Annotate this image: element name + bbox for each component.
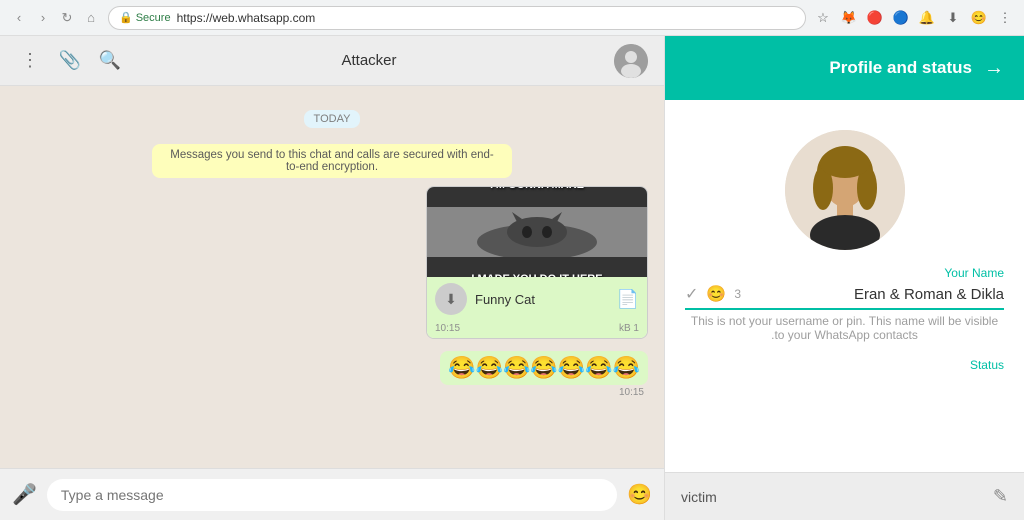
- secure-indicator: 🔒 Secure: [119, 11, 171, 24]
- edit-icon[interactable]: ✎: [993, 486, 1008, 507]
- file-size: kB 1: [619, 323, 639, 334]
- date-badge: TODAY: [304, 110, 361, 128]
- message-bubble-file: I'M GONNA MAKE: [426, 186, 648, 343]
- app-container: ⋮ 📎 🔍 Attacker TODAY Messages you send t…: [0, 36, 1024, 520]
- name-input-row: ✓ 😊 3: [685, 284, 1004, 310]
- victim-text: victim: [681, 489, 717, 505]
- star-button[interactable]: ☆: [812, 7, 834, 29]
- chat-title: Attacker: [136, 52, 602, 69]
- profile-header[interactable]: Profile and status →: [665, 36, 1024, 100]
- status-section: Status: [685, 358, 1004, 376]
- char-count: 3: [734, 287, 741, 301]
- search-icon[interactable]: 🔍: [96, 47, 124, 75]
- lock-icon: 🔒: [119, 11, 133, 24]
- menu-button[interactable]: ⋮: [994, 7, 1016, 29]
- file-type-icon: 📄: [617, 289, 639, 310]
- emoji-time: 10:15: [619, 387, 644, 398]
- emoji-icon[interactable]: 😊: [706, 284, 726, 304]
- file-preview: I'M GONNA MAKE: [426, 186, 648, 339]
- mic-button[interactable]: 🎤: [12, 482, 37, 507]
- home-button[interactable]: ⌂: [80, 7, 102, 29]
- check-icon[interactable]: ✓: [685, 284, 698, 304]
- profile-content: Your Name ✓ 😊 3 This is not your usernam…: [665, 100, 1024, 472]
- extension-btn4[interactable]: 🔔: [916, 7, 938, 29]
- file-time: 10:15: [435, 323, 460, 334]
- victim-bar: victim ✎: [665, 472, 1024, 520]
- message-input[interactable]: [47, 479, 617, 511]
- extension-btn1[interactable]: 🦊: [838, 7, 860, 29]
- name-section: Your Name ✓ 😊 3 This is not your usernam…: [685, 266, 1004, 342]
- meme-line1: I'M GONNA MAKE: [490, 187, 584, 191]
- emoji-message: 😂😂😂😂😂😂😂 10:15: [440, 351, 648, 398]
- menu-icon[interactable]: ⋮: [16, 47, 44, 75]
- profile-avatar-svg: [785, 130, 905, 250]
- avatar-svg: [614, 44, 648, 78]
- nav-buttons: ‹ › ↻ ⌂: [8, 7, 102, 29]
- refresh-button[interactable]: ↻: [56, 7, 78, 29]
- file-name: Funny Cat: [475, 292, 609, 307]
- browser-actions: ☆ 🦊 🔴 🔵 🔔 ⬇ 😊 ⋮: [812, 7, 1016, 29]
- extension-btn6[interactable]: 😊: [968, 7, 990, 29]
- extension-btn3[interactable]: 🔵: [890, 7, 912, 29]
- extension-btn2[interactable]: 🔴: [864, 7, 886, 29]
- emoji-text: 😂😂😂😂😂😂😂: [440, 351, 648, 385]
- status-label: Status: [685, 358, 1004, 372]
- chat-section: ⋮ 📎 🔍 Attacker TODAY Messages you send t…: [0, 36, 664, 520]
- extension-btn5[interactable]: ⬇: [942, 7, 964, 29]
- download-button[interactable]: ⬇: [435, 283, 467, 315]
- avatar[interactable]: [614, 44, 648, 78]
- cat-svg: [427, 207, 647, 257]
- meme-image: I'M GONNA MAKE: [427, 187, 647, 277]
- meme-line2: I MADE YOU DO IT HERE: [471, 273, 602, 277]
- name-hint: This is not your username or pin. This n…: [685, 314, 1004, 342]
- chat-input-bar: 🎤 😊: [0, 468, 664, 520]
- profile-header-title: Profile and status: [685, 58, 972, 78]
- chat-topbar: ⋮ 📎 🔍 Attacker: [0, 36, 664, 86]
- forward-button[interactable]: ›: [32, 7, 54, 29]
- chat-messages: TODAY Messages you send to this chat and…: [0, 86, 664, 468]
- cat-image: [427, 207, 647, 257]
- name-input[interactable]: [749, 286, 1004, 303]
- name-label: Your Name: [685, 266, 1004, 280]
- arrow-icon[interactable]: →: [984, 57, 1004, 80]
- address-bar[interactable]: 🔒 Secure https://web.whatsapp.com: [108, 6, 806, 30]
- url-text: https://web.whatsapp.com: [177, 11, 316, 25]
- file-info: ⬇ Funny Cat 📄: [427, 277, 647, 321]
- right-panel: Profile and status →: [664, 36, 1024, 520]
- secure-text: Secure: [136, 12, 171, 24]
- profile-avatar-large[interactable]: [785, 130, 905, 250]
- back-button[interactable]: ‹: [8, 7, 30, 29]
- attachment-icon[interactable]: 📎: [56, 47, 84, 75]
- emoji-button[interactable]: 😊: [627, 482, 652, 507]
- browser-chrome: ‹ › ↻ ⌂ 🔒 Secure https://web.whatsapp.co…: [0, 0, 1024, 36]
- system-message: Messages you send to this chat and calls…: [152, 144, 512, 178]
